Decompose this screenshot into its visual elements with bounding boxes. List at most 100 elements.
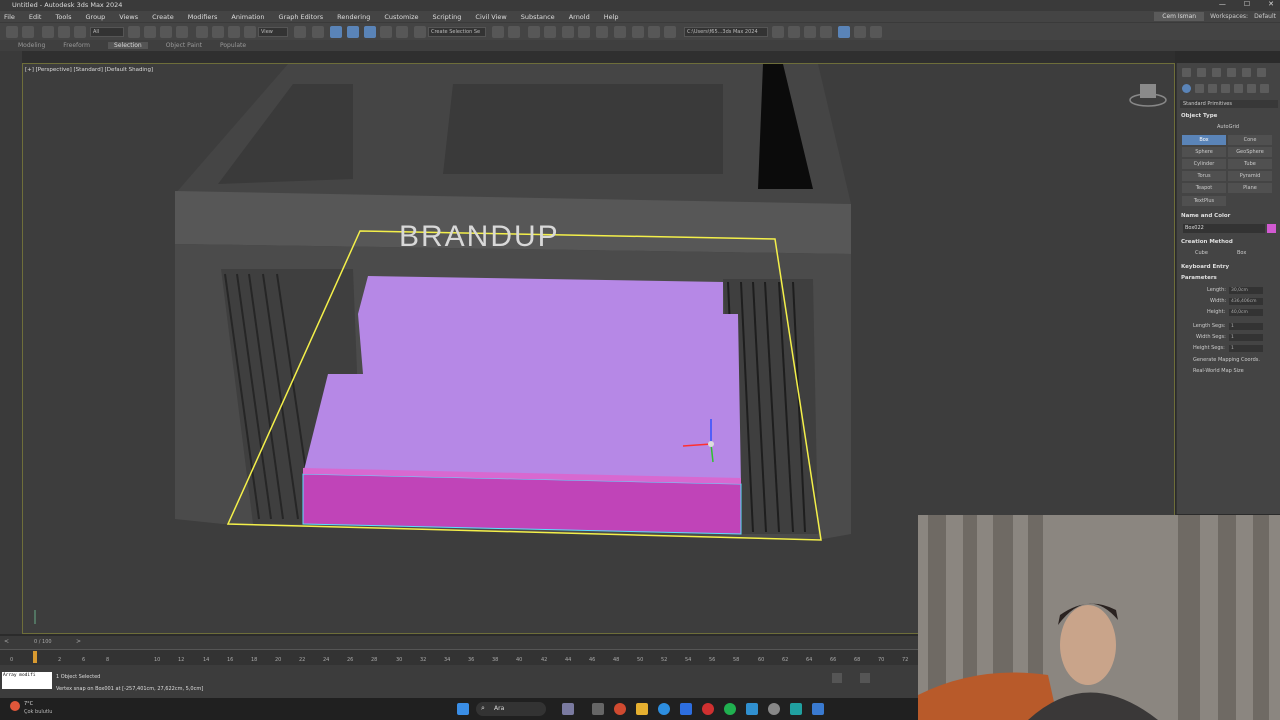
real-world-map-checkbox[interactable]: Real-World Map Size <box>1193 368 1244 374</box>
create-tab-icon[interactable] <box>1182 68 1191 77</box>
box-button[interactable]: Box <box>1182 135 1226 145</box>
prev-frame-icon[interactable]: < <box>4 638 9 645</box>
object-color-swatch[interactable] <box>1267 224 1276 233</box>
menu-rendering[interactable]: Rendering <box>337 13 370 21</box>
close-button[interactable]: ✕ <box>1268 0 1274 8</box>
named-selection-dropdown[interactable]: Create Selection Se <box>428 27 486 37</box>
ribbon-toggle-icon[interactable] <box>562 26 574 38</box>
undo-icon[interactable] <box>6 26 18 38</box>
category-dropdown[interactable]: Standard Primitives <box>1180 100 1278 108</box>
name-color-rollout[interactable]: Name and Color <box>1181 213 1230 219</box>
unlink-icon[interactable] <box>58 26 70 38</box>
selection-filter-dropdown[interactable]: All <box>90 27 124 37</box>
viewport-layout-icon[interactable] <box>838 26 850 38</box>
menu-scripting[interactable]: Scripting <box>433 13 462 21</box>
select-manipulate-icon[interactable] <box>312 26 324 38</box>
edit-named-selection-icon[interactable] <box>414 26 426 38</box>
tab-modeling[interactable]: Modeling <box>18 42 45 49</box>
rectangular-selection-icon[interactable] <box>160 26 172 38</box>
cube-radio[interactable]: Cube <box>1195 250 1208 256</box>
layer-explorer-icon[interactable] <box>544 26 556 38</box>
height-input[interactable]: 40,0cm <box>1229 309 1263 316</box>
minimize-button[interactable]: — <box>1219 0 1226 8</box>
cone-button[interactable]: Cone <box>1228 135 1272 145</box>
select-object-icon[interactable] <box>128 26 140 38</box>
edge-icon[interactable] <box>658 703 670 715</box>
display-tab-icon[interactable] <box>1242 68 1251 77</box>
creation-method-rollout[interactable]: Creation Method <box>1181 239 1233 245</box>
pyramid-button[interactable]: Pyramid <box>1228 171 1272 181</box>
layout-icon[interactable] <box>804 26 816 38</box>
scene-explorer-icon[interactable] <box>528 26 540 38</box>
scale-icon[interactable] <box>228 26 240 38</box>
track-bar[interactable]: 0 2 6 8 10 12 14 16 18 20 22 24 26 28 30… <box>0 649 918 665</box>
move-icon[interactable] <box>196 26 208 38</box>
mail-icon[interactable] <box>680 703 692 715</box>
isolate-icon[interactable] <box>832 673 842 683</box>
cameras-icon[interactable] <box>1221 84 1230 93</box>
time-slider[interactable]: 0 / 100 < > <box>0 636 918 649</box>
shapes-icon[interactable] <box>1195 84 1204 93</box>
tab-selection[interactable]: Selection <box>108 42 148 49</box>
sphere-button[interactable]: Sphere <box>1182 147 1226 157</box>
app-icon[interactable] <box>768 703 780 715</box>
menu-tools[interactable]: Tools <box>55 13 71 21</box>
select-by-name-icon[interactable] <box>144 26 156 38</box>
systems-icon[interactable] <box>1260 84 1269 93</box>
next-frame-icon[interactable]: > <box>76 638 81 645</box>
menu-substance[interactable]: Substance <box>521 13 555 21</box>
object-type-rollout[interactable]: Object Type <box>1181 113 1217 119</box>
height-segs-input[interactable]: 1 <box>1229 345 1263 352</box>
width-segs-input[interactable]: 1 <box>1229 334 1263 341</box>
task-view-icon[interactable] <box>592 703 604 715</box>
tab-object-paint[interactable]: Object Paint <box>166 42 202 49</box>
space-warps-icon[interactable] <box>1247 84 1256 93</box>
layout2-icon[interactable] <box>820 26 832 38</box>
menu-create[interactable]: Create <box>152 13 174 21</box>
schematic-view-icon[interactable] <box>596 26 608 38</box>
length-input[interactable]: 30,0cm <box>1229 287 1263 294</box>
weather-icon[interactable] <box>10 701 20 711</box>
selection-lock-icon[interactable] <box>860 673 870 683</box>
place-icon[interactable] <box>244 26 256 38</box>
align-icon[interactable] <box>508 26 520 38</box>
opera-icon[interactable] <box>702 703 714 715</box>
modify-tab-icon[interactable] <box>1197 68 1206 77</box>
hierarchy-tab-icon[interactable] <box>1212 68 1221 77</box>
render-setup-icon[interactable] <box>632 26 644 38</box>
tab-freeform[interactable]: Freeform <box>63 42 90 49</box>
redo-icon[interactable] <box>22 26 34 38</box>
object-name-input[interactable]: Box022 <box>1183 224 1265 233</box>
tab-populate[interactable]: Populate <box>220 42 246 49</box>
angle-snap-icon[interactable] <box>364 26 376 38</box>
lights-icon[interactable] <box>1208 84 1217 93</box>
file-explorer-icon[interactable] <box>636 703 648 715</box>
chrome-icon[interactable] <box>614 703 626 715</box>
menu-graph-editors[interactable]: Graph Editors <box>279 13 324 21</box>
menu-customize[interactable]: Customize <box>384 13 418 21</box>
taskbar-search[interactable]: ⌕ Ara <box>476 702 546 716</box>
menu-civil-view[interactable]: Civil View <box>475 13 506 21</box>
textplus-button[interactable]: TextPlus <box>1182 196 1226 206</box>
geometry-icon[interactable] <box>1182 84 1191 93</box>
helpers-icon[interactable] <box>1234 84 1243 93</box>
spinner-snap-icon[interactable] <box>396 26 408 38</box>
globe-icon[interactable] <box>870 26 882 38</box>
material-editor-icon[interactable] <box>614 26 626 38</box>
box-radio[interactable]: Box <box>1237 250 1246 256</box>
menu-arnold[interactable]: Arnold <box>569 13 590 21</box>
menu-group[interactable]: Group <box>86 13 106 21</box>
arnold-icon[interactable] <box>854 26 866 38</box>
link-icon[interactable] <box>42 26 54 38</box>
generate-mapping-checkbox[interactable]: Generate Mapping Coords. <box>1193 357 1260 363</box>
geosphere-button[interactable]: GeoSphere <box>1228 147 1272 157</box>
folder-icon[interactable] <box>772 26 784 38</box>
utilities-tab-icon[interactable] <box>1257 68 1266 77</box>
time-marker[interactable] <box>33 651 37 663</box>
snaps-toggle-icon[interactable] <box>347 26 359 38</box>
torus-button[interactable]: Torus <box>1182 171 1226 181</box>
mirror-icon[interactable] <box>492 26 504 38</box>
window-crossing-icon[interactable] <box>176 26 188 38</box>
length-segs-input[interactable]: 1 <box>1229 323 1263 330</box>
autogrid-checkbox[interactable]: AutoGrid <box>1217 124 1239 130</box>
